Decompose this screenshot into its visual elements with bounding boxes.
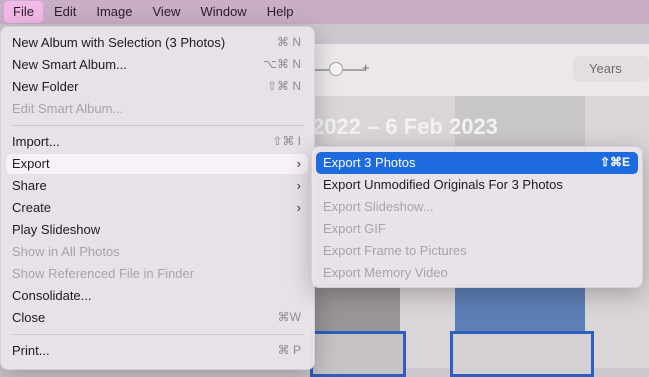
date-range-title: 2022 – 6 Feb 2023 <box>312 114 498 139</box>
years-tab[interactable]: Years <box>573 56 649 82</box>
menu-item-export-frame: Export Frame to Pictures <box>323 243 467 258</box>
menu-item-export-unmodified-originals[interactable]: Export Unmodified Originals For 3 Photos <box>316 174 638 196</box>
menu-item-create[interactable]: Create › <box>5 197 309 219</box>
menu-window[interactable]: Window <box>191 1 255 23</box>
zoom-in-icon[interactable]: + <box>362 60 370 75</box>
chevron-right-icon: › <box>296 200 301 215</box>
selected-photo-thumbnail[interactable] <box>310 331 406 377</box>
menu-item-show-referenced-file: Show Referenced File in Finder <box>12 266 195 281</box>
chevron-right-icon: › <box>296 156 301 171</box>
menu-item-export-slideshow: Export Slideshow... <box>323 199 434 214</box>
export-submenu: Export 3 Photos ⇧⌘E Export Unmodified Or… <box>311 146 643 288</box>
menu-help[interactable]: Help <box>258 1 303 23</box>
menu-item-new-folder[interactable]: New Folder ⇧⌘ N <box>5 76 309 98</box>
menu-bar: File Edit Image View Window Help <box>0 0 649 24</box>
menu-separator <box>11 125 304 126</box>
zoom-slider-knob[interactable] <box>329 62 343 76</box>
chevron-right-icon: › <box>296 178 301 193</box>
menu-item-export-memory-video: Export Memory Video <box>323 265 448 280</box>
menu-item-share[interactable]: Share › <box>5 175 309 197</box>
menu-file[interactable]: File <box>4 1 43 23</box>
menu-item-import[interactable]: Import... ⇧⌘ I <box>5 131 309 153</box>
menu-item-close[interactable]: Close ⌘W <box>5 307 309 329</box>
menu-item-new-album-with-selection[interactable]: New Album with Selection (3 Photos) ⌘ N <box>5 32 309 54</box>
menu-item-edit-smart-album: Edit Smart Album... <box>12 101 124 116</box>
menu-item-consolidate[interactable]: Consolidate... <box>5 285 309 307</box>
window-toolbar: + Years <box>305 44 649 96</box>
menu-separator <box>11 334 304 335</box>
menu-edit[interactable]: Edit <box>45 1 85 23</box>
menu-item-export[interactable]: Export › <box>5 153 309 175</box>
menu-view[interactable]: View <box>144 1 190 23</box>
file-menu: New Album with Selection (3 Photos) ⌘ N … <box>0 26 315 370</box>
menu-item-new-smart-album[interactable]: New Smart Album... ⌥⌘ N <box>5 54 309 76</box>
menu-item-play-slideshow[interactable]: Play Slideshow <box>5 219 309 241</box>
menu-item-show-in-all-photos: Show in All Photos <box>12 244 120 259</box>
menu-image[interactable]: Image <box>87 1 141 23</box>
menu-item-print[interactable]: Print... ⌘ P <box>5 340 309 362</box>
selected-photo-thumbnail[interactable] <box>450 331 594 377</box>
menu-item-export-gif: Export GIF <box>323 221 386 236</box>
menu-item-export-photos[interactable]: Export 3 Photos ⇧⌘E <box>316 152 638 174</box>
